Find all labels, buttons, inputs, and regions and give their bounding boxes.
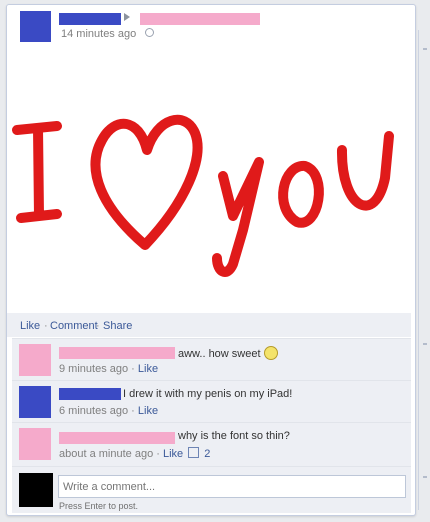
comment-input[interactable]	[58, 475, 406, 498]
drawn-letter-i	[12, 121, 62, 223]
separator: ·	[96, 320, 100, 332]
commenter-avatar[interactable]	[19, 344, 51, 376]
commenter-name-redacted[interactable]	[59, 388, 121, 400]
poster-name-redacted[interactable]	[59, 13, 121, 25]
drawn-letter-u	[336, 131, 394, 211]
comment-text: aww.. how sweet	[178, 346, 278, 360]
comment-item: aww.. how sweet 9 minutes ago · Like	[12, 338, 411, 380]
commenter-name-redacted[interactable]	[59, 432, 175, 444]
comment-time[interactable]: about a minute ago	[59, 448, 153, 460]
thumbs-up-icon	[188, 447, 200, 458]
scroll-track	[418, 30, 419, 510]
commenter-avatar[interactable]	[19, 386, 51, 418]
post-photo[interactable]	[7, 58, 413, 312]
scroll-marker	[423, 476, 427, 478]
share-link[interactable]: Share	[103, 320, 132, 332]
heart-icon	[90, 114, 203, 250]
comment-like-link[interactable]: Like	[138, 405, 158, 417]
scroll-marker	[423, 48, 427, 50]
comment-text: why is the font so thin?	[178, 430, 290, 442]
like-link[interactable]: Like	[20, 320, 40, 332]
scroll-marker	[423, 343, 427, 345]
smiley-icon	[263, 346, 278, 360]
commenter-avatar[interactable]	[19, 428, 51, 460]
composer-hint: Press Enter to post.	[59, 501, 139, 511]
drawn-letter-y	[212, 157, 264, 277]
comment-like-count[interactable]: 2	[204, 448, 210, 460]
comment-item: why is the font so thin? about a minute …	[12, 422, 411, 466]
viewer-avatar	[19, 473, 53, 507]
comment-meta: 9 minutes ago · Like	[59, 363, 158, 375]
post-timestamp[interactable]: 14 minutes ago	[61, 28, 136, 40]
comment-composer: Press Enter to post.	[12, 466, 411, 513]
arrow-icon	[124, 13, 130, 21]
comment-like-link[interactable]: Like	[138, 363, 158, 375]
comment-item: I drew it with my penis on my iPad! 6 mi…	[12, 380, 411, 422]
separator: ·	[131, 363, 135, 375]
drawn-letter-o	[278, 161, 324, 228]
comment-link[interactable]: Comment	[50, 320, 98, 332]
comment-text: I drew it with my penis on my iPad!	[123, 388, 293, 400]
comment-meta: about a minute ago · Like 2	[59, 447, 210, 460]
separator: ·	[131, 405, 135, 417]
separator: ·	[156, 448, 160, 460]
post-actions-bar: Like · Comment · Share	[7, 313, 411, 337]
separator: ·	[44, 320, 48, 332]
comment-time[interactable]: 6 minutes ago	[59, 405, 128, 417]
comment-meta: 6 minutes ago · Like	[59, 405, 158, 417]
comment-like-link[interactable]: Like	[163, 448, 183, 460]
recipient-name-redacted[interactable]	[140, 13, 260, 25]
poster-avatar[interactable]	[20, 11, 51, 42]
globe-icon	[145, 28, 154, 37]
drawn-message	[12, 114, 394, 277]
commenter-name-redacted[interactable]	[59, 347, 175, 359]
comment-time[interactable]: 9 minutes ago	[59, 363, 128, 375]
